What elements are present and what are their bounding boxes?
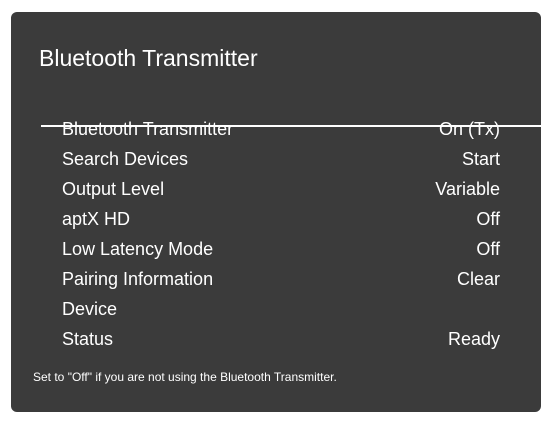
menu-item-value: On (Tx) (439, 118, 500, 139)
menu-item-label: Bluetooth Transmitter (62, 118, 234, 139)
settings-panel: Bluetooth Transmitter Bluetooth Transmit… (11, 12, 541, 412)
panel-title: Bluetooth Transmitter (39, 45, 258, 71)
menu-item-pairing-information[interactable]: Pairing Information Clear (62, 264, 500, 294)
menu-item-value: Clear (456, 268, 500, 289)
selection-underline (41, 125, 541, 127)
menu-item-value: Ready (447, 328, 500, 349)
menu-item-label: Output Level (62, 178, 165, 199)
menu-item-low-latency-mode[interactable]: Low Latency Mode Off (62, 234, 500, 264)
menu-item-bluetooth-transmitter[interactable]: Bluetooth Transmitter On (Tx) (62, 114, 500, 144)
menu-item-label: Search Devices (62, 148, 189, 169)
menu-item-label: Status (62, 328, 114, 349)
menu-item-value: Off (476, 208, 500, 229)
menu-item-value: Off (476, 238, 500, 259)
menu-item-aptx-hd[interactable]: aptX HD Off (62, 204, 500, 234)
menu-item-value: Variable (435, 178, 500, 199)
menu-item-label: aptX HD (62, 208, 131, 229)
menu-item-value: Start (461, 148, 500, 169)
menu-item-search-devices[interactable]: Search Devices Start (62, 144, 500, 174)
help-text: Set to "Off" if you are not using the Bl… (33, 370, 337, 384)
menu-item-label: Device (62, 298, 118, 319)
menu-item-status: Status Ready (62, 324, 500, 354)
menu-item-label: Pairing Information (62, 268, 214, 289)
menu-item-label: Low Latency Mode (62, 238, 214, 259)
menu-item-output-level[interactable]: Output Level Variable (62, 174, 500, 204)
menu-item-device: Device (62, 294, 500, 324)
